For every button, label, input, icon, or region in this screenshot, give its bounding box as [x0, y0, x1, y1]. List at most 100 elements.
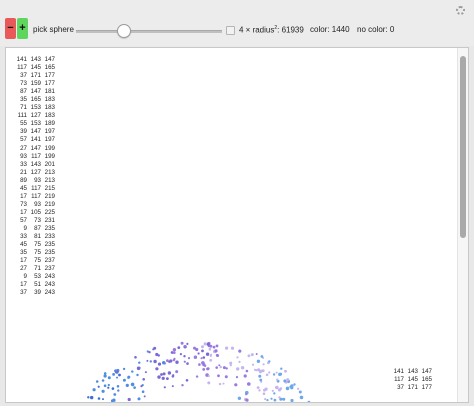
- sphere-point: [206, 367, 210, 371]
- scroll-thumb[interactable]: [460, 56, 466, 238]
- table-cell: 117: [17, 64, 27, 72]
- table-cell: 33: [20, 233, 27, 241]
- sphere-point: [103, 372, 107, 375]
- sphere-point: [201, 349, 204, 353]
- table-cell: 143: [30, 160, 41, 168]
- table-cell: 51: [34, 281, 41, 289]
- table-cell: 225: [44, 208, 55, 216]
- table-cell: 215: [44, 184, 55, 192]
- sphere-point: [115, 370, 119, 374]
- table-cell: 39: [20, 128, 27, 136]
- table-row: 35 165 183: [13, 96, 55, 104]
- slider-thumb[interactable]: [117, 24, 131, 38]
- no-color-count: no color: 0: [357, 25, 395, 34]
- table-row: 27 147 199: [13, 145, 55, 153]
- table-cell: 17: [20, 281, 27, 289]
- sphere-point: [273, 392, 276, 395]
- sphere-point: [260, 355, 264, 358]
- sphere-point: [163, 386, 166, 389]
- sphere-point: [112, 398, 116, 402]
- table-cell: 243: [44, 289, 55, 297]
- table-cell: 147: [30, 144, 41, 152]
- table-cell: 235: [44, 224, 55, 232]
- table-row: 35 75 235: [13, 249, 55, 257]
- sphere-point: [179, 353, 182, 356]
- sphere-point: [207, 374, 210, 378]
- table-cell: 55: [20, 120, 27, 128]
- sphere-point: [183, 360, 186, 363]
- sphere-point: [172, 348, 177, 352]
- sphere-point: [209, 344, 213, 348]
- table-cell: 143: [407, 368, 418, 375]
- sphere-point: [218, 382, 222, 386]
- table-cell: 177: [44, 80, 55, 88]
- sphere-point: [112, 373, 115, 376]
- sphere-point: [102, 398, 104, 401]
- sphere-point: [171, 385, 174, 388]
- sphere-point: [206, 342, 210, 346]
- table-cell: 147: [30, 128, 41, 136]
- sphere-point: [215, 344, 219, 348]
- sphere-point: [212, 345, 216, 349]
- vertical-scrollbar[interactable]: [457, 48, 468, 402]
- slider-expand-icon[interactable]: [226, 26, 235, 35]
- sphere-point: [245, 398, 249, 402]
- table-row: 9 53 243: [13, 273, 55, 281]
- table-row: 45 75 235: [13, 241, 55, 249]
- sphere-point: [245, 393, 248, 396]
- table-cell: 117: [31, 184, 41, 192]
- sphere-point: [251, 363, 255, 366]
- decrement-button[interactable]: −: [5, 18, 16, 39]
- table-cell: 171: [30, 72, 41, 80]
- sphere-point: [162, 372, 166, 376]
- sphere-point: [130, 382, 135, 387]
- sphere-point: [160, 373, 163, 376]
- table-row: 17 105 225: [13, 209, 55, 217]
- sphere-point: [236, 367, 240, 371]
- sphere-point: [271, 389, 274, 392]
- table-cell: 73: [34, 216, 41, 224]
- sphere-point: [256, 386, 260, 389]
- sphere-point: [181, 384, 184, 387]
- sphere-point: [131, 370, 134, 373]
- table-cell: 199: [44, 144, 55, 152]
- table-cell: 17: [20, 257, 27, 265]
- sphere-point: [153, 359, 157, 364]
- sphere-point: [243, 374, 247, 378]
- sphere-point: [277, 388, 282, 392]
- table-cell: 117: [31, 152, 41, 160]
- sphere-point: [92, 388, 96, 392]
- sphere-point: [236, 356, 239, 359]
- table-cell: 117: [394, 376, 404, 384]
- sphere-point: [125, 383, 129, 387]
- output-panel: 141 143 147 117 145 165 37 171 177 73 159 177 87 147 1…: [5, 47, 469, 403]
- sphere-point: [155, 352, 159, 357]
- table-row: 87 147 181: [13, 88, 55, 96]
- sphere-point: [229, 361, 233, 365]
- sphere-point: [127, 375, 131, 379]
- sphere-point: [127, 397, 131, 402]
- sphere-point: [186, 362, 189, 365]
- sphere-point: [218, 364, 221, 367]
- increment-button[interactable]: +: [17, 18, 28, 39]
- sphere-point: [262, 363, 265, 366]
- table-cell: 93: [34, 176, 41, 184]
- table-cell: 145: [30, 64, 41, 72]
- sphere-point: [284, 369, 287, 373]
- sphere-point: [258, 374, 262, 378]
- pick-sphere-slider[interactable]: [76, 30, 222, 33]
- table-cell: 17: [20, 192, 27, 200]
- table-cell: 153: [30, 104, 41, 112]
- sphere-point: [258, 389, 261, 392]
- sphere-point: [255, 353, 258, 355]
- table-cell: 183: [44, 96, 55, 104]
- gear-icon[interactable]: [456, 6, 465, 15]
- table-cell: 81: [34, 233, 41, 241]
- table-row: 73 159 177: [13, 80, 55, 88]
- sphere-point-plot: [87, 341, 311, 402]
- sphere-point: [238, 360, 241, 363]
- sphere-point: [133, 386, 136, 389]
- table-cell: 231: [44, 216, 55, 224]
- table-cell: 219: [44, 192, 55, 200]
- radius-value: : 61939: [277, 25, 304, 35]
